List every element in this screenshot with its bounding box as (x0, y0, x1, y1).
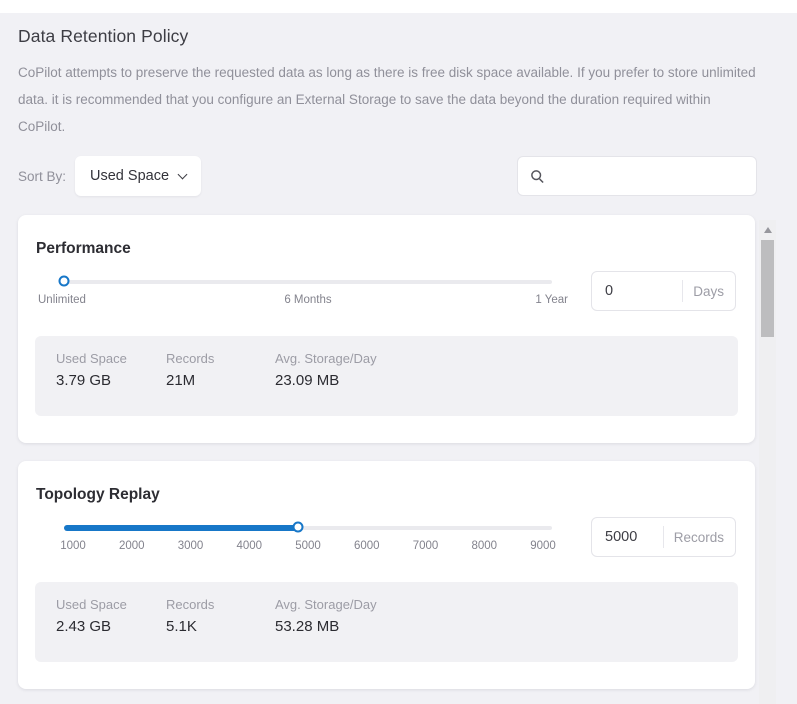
tick-3000: 3000 (170, 540, 212, 552)
slider-label-unlimited: Unlimited (38, 294, 86, 306)
topology-slider-row: 1000 2000 3000 4000 5000 6000 7000 8000 … (36, 517, 736, 557)
search-box[interactable] (517, 156, 757, 196)
stat-label: Used Space (56, 597, 166, 612)
search-icon (530, 169, 545, 184)
sort-by-dropdown[interactable]: Used Space (75, 156, 201, 196)
slider-track[interactable] (64, 280, 552, 284)
card-topology-replay: Topology Replay 1000 2000 3000 4000 5000… (18, 461, 755, 689)
tick-4000: 4000 (228, 540, 270, 552)
stat-label: Records (166, 351, 275, 366)
stat-label: Avg. Storage/Day (275, 597, 377, 612)
slider-handle[interactable] (59, 276, 70, 287)
sort-by-value: Used Space (90, 168, 169, 184)
slider-handle[interactable] (293, 522, 304, 533)
data-retention-page: Data Retention Policy CoPilot attempts t… (0, 26, 797, 689)
days-suffix-label: Days (683, 284, 735, 299)
tick-9000: 9000 (522, 540, 564, 552)
topology-slider: 1000 2000 3000 4000 5000 6000 7000 8000 … (64, 517, 552, 557)
slider-track[interactable] (64, 526, 552, 530)
sort-by-label: Sort By: (18, 169, 66, 184)
stat-value: 5.1K (166, 618, 275, 635)
tick-8000: 8000 (463, 540, 505, 552)
stat-value: 3.79 GB (56, 372, 166, 389)
topology-stats-panel: Used Space 2.43 GB Records 5.1K Avg. Sto… (35, 582, 738, 662)
scroll-up-arrow-icon[interactable] (764, 227, 772, 233)
stat-used-space: Used Space 2.43 GB (56, 597, 166, 662)
days-value-input[interactable] (592, 282, 682, 300)
tick-2000: 2000 (111, 540, 153, 552)
card-title: Performance (36, 239, 736, 258)
slider-label-6-months: 6 Months (284, 294, 331, 306)
stat-records: Records 21M (166, 351, 275, 416)
card-title: Topology Replay (36, 485, 736, 504)
stat-label: Avg. Storage/Day (275, 351, 377, 366)
performance-stats-panel: Used Space 3.79 GB Records 21M Avg. Stor… (35, 336, 738, 416)
slider-fill (64, 525, 298, 531)
chevron-down-icon (178, 169, 188, 179)
stat-value: 2.43 GB (56, 618, 166, 635)
performance-slider-row: Unlimited 6 Months 1 Year Days (36, 271, 736, 311)
tick-1000: 1000 (52, 540, 94, 552)
scrollbar[interactable] (759, 220, 776, 704)
card-performance: Performance Unlimited 6 Months 1 Year Da… (18, 215, 755, 443)
search-input[interactable] (554, 167, 744, 185)
stat-value: 21M (166, 372, 275, 389)
tick-5000: 5000 (287, 540, 329, 552)
scrollbar-thumb[interactable] (761, 240, 774, 337)
stat-used-space: Used Space 3.79 GB (56, 351, 166, 416)
stat-records: Records 5.1K (166, 597, 275, 662)
page-title: Data Retention Policy (18, 26, 757, 47)
page-description: CoPilot attempts to preserve the request… (18, 59, 757, 140)
performance-slider: Unlimited 6 Months 1 Year (64, 271, 552, 311)
top-strip (0, 0, 797, 13)
records-value-input[interactable] (592, 528, 663, 546)
stat-value: 23.09 MB (275, 372, 377, 389)
slider-label-1-year: 1 Year (535, 294, 568, 306)
tick-6000: 6000 (346, 540, 388, 552)
stat-label: Records (166, 597, 275, 612)
stat-avg-storage: Avg. Storage/Day 53.28 MB (275, 597, 377, 662)
slider-labels: Unlimited 6 Months 1 Year (64, 294, 552, 308)
stat-avg-storage: Avg. Storage/Day 23.09 MB (275, 351, 377, 416)
retention-cards: Performance Unlimited 6 Months 1 Year Da… (18, 215, 757, 689)
records-suffix-label: Records (664, 530, 735, 545)
slider-tick-labels: 1000 2000 3000 4000 5000 6000 7000 8000 … (52, 540, 564, 552)
tick-7000: 7000 (405, 540, 447, 552)
stat-value: 53.28 MB (275, 618, 377, 635)
performance-days-input[interactable]: Days (591, 271, 736, 311)
toolbar: Sort By: Used Space (18, 156, 757, 196)
stat-label: Used Space (56, 351, 166, 366)
topology-records-input[interactable]: Records (591, 517, 736, 557)
